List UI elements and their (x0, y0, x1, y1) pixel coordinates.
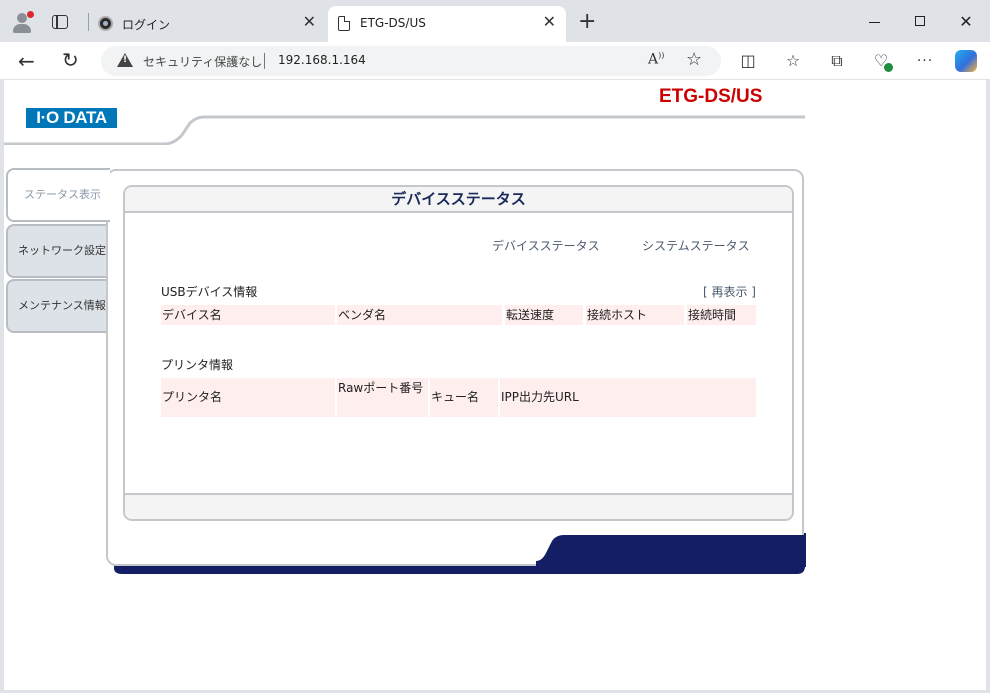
system-status-link[interactable]: システムステータス (642, 237, 750, 254)
url-separator (264, 53, 265, 69)
collections-icon[interactable]: ⧉ (827, 51, 847, 71)
browser-tab-etg[interactable]: ETG-DS/US ✕ (328, 6, 566, 42)
usb-col-device-name: デバイス名 (161, 305, 335, 325)
minimize-window-button[interactable] (855, 8, 895, 36)
printer-col-queue-name: キュー名 (430, 378, 498, 417)
close-window-button[interactable]: ✕ (946, 8, 986, 36)
favorites-list-icon[interactable]: ☆ (783, 51, 803, 71)
device-status-panel: デバイスステータス デバイスステータス システムステータス USBデバイス情報 … (123, 185, 794, 521)
side-menu-maintenance[interactable]: メンテナンス情報 (6, 279, 110, 333)
panel-title: デバイスステータス (125, 187, 792, 213)
side-menu-status[interactable]: ステータス表示 (6, 168, 110, 222)
frame-bottom-curve (536, 533, 806, 567)
tab-actions-icon[interactable] (52, 15, 68, 29)
printer-col-name: プリンタ名 (161, 378, 335, 417)
side-menu-network[interactable]: ネットワーク設定 (6, 224, 110, 278)
tab-title: ログイン (122, 18, 171, 32)
maximize-window-button[interactable] (900, 8, 940, 36)
copilot-icon[interactable] (955, 50, 977, 72)
tab-separator (88, 13, 89, 31)
page-viewport: I·O DATA ETG-DS/US ステータス表示 ネットワーク設定 メンテナ… (4, 80, 986, 690)
reload-icon[interactable]: ↻ (62, 48, 79, 72)
security-status-label[interactable]: セキュリティ保護なし (143, 53, 262, 70)
minimize-icon (869, 22, 880, 23)
read-aloud-icon[interactable]: A)) (648, 51, 664, 68)
back-arrow-icon[interactable]: ← (18, 49, 35, 73)
new-tab-icon[interactable]: + (578, 10, 596, 34)
printer-section-title: プリンタ情報 (161, 358, 234, 372)
usb-col-connected-host: 接続ホスト (586, 305, 684, 325)
panel-footer (125, 493, 792, 519)
product-title: ETG-DS/US (659, 86, 763, 107)
more-options-icon[interactable]: ··· (915, 51, 935, 71)
profile-notification-dot (27, 11, 34, 18)
close-tab-icon[interactable]: ✕ (303, 13, 316, 31)
maximize-icon (915, 16, 925, 26)
profile-avatar-icon[interactable] (9, 9, 35, 35)
camera-favicon-icon (98, 16, 113, 31)
split-screen-icon[interactable]: ◫ (738, 51, 758, 71)
usb-section-title: USBデバイス情報 (161, 285, 258, 299)
printer-col-ipp-url: IPP出力先URL (500, 378, 756, 417)
favorite-star-icon[interactable]: ☆ (686, 49, 702, 70)
close-tab-icon[interactable]: ✕ (543, 13, 556, 31)
printer-col-raw-port: Rawポート番号 (337, 378, 428, 417)
tab-title: ETG-DS/US (360, 16, 426, 30)
usb-col-connect-time: 接続時間 (687, 305, 756, 325)
browser-tab-bar: ログイン ✕ ETG-DS/US ✕ + ✕ (0, 0, 990, 42)
address-bar[interactable]: セキュリティ保護なし 192.168.1.164 A)) ☆ (101, 46, 721, 76)
refresh-link[interactable]: [ 再表示 ] (703, 283, 756, 300)
status-ok-dot (884, 63, 893, 72)
browser-essentials-icon[interactable]: ♡ (871, 51, 893, 72)
usb-col-transfer-speed: 転送速度 (505, 305, 583, 325)
header-divider-line (4, 115, 805, 145)
device-status-link[interactable]: デバイスステータス (492, 237, 600, 254)
profile-body (13, 24, 31, 33)
browser-toolbar: ← ↻ セキュリティ保護なし 192.168.1.164 A)) ☆ ◫ ☆ ⧉… (0, 42, 990, 80)
document-favicon-icon (338, 16, 350, 31)
url-input[interactable]: 192.168.1.164 (278, 53, 366, 67)
browser-tab-login[interactable]: ログイン ✕ (90, 6, 326, 42)
profile-head (17, 13, 27, 23)
usb-col-vendor-name: ベンダ名 (337, 305, 502, 325)
warning-icon[interactable] (117, 53, 133, 67)
